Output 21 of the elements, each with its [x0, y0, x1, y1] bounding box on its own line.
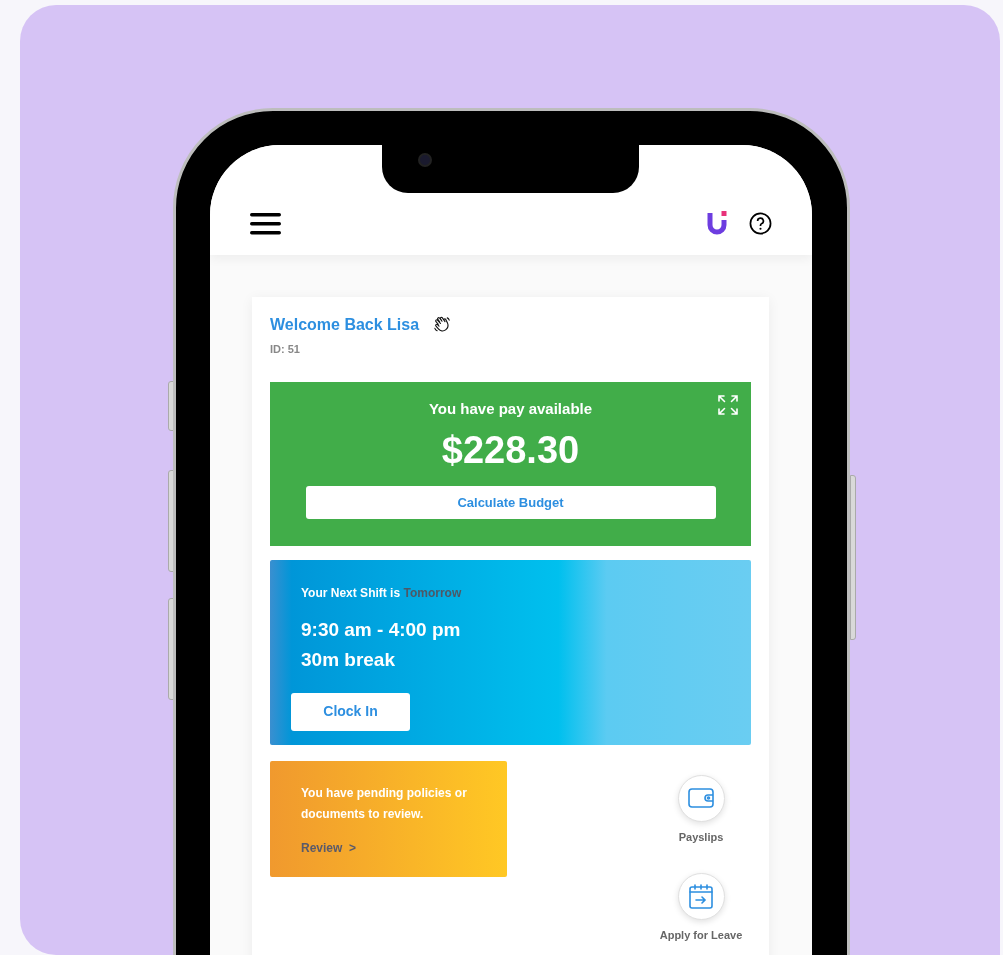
- menu-icon[interactable]: [250, 213, 281, 235]
- pending-documents-message: You have pending policies or documents to review.: [301, 784, 468, 823]
- app-logo-icon: [707, 211, 727, 235]
- waving-hand-icon: [433, 316, 452, 334]
- shift-time: 9:30 am - 4:00 pm: [301, 617, 462, 642]
- shortcut-button[interactable]: [677, 774, 725, 822]
- shift-break: 30m break: [301, 648, 396, 672]
- shortcut-label: Apply for Leave: [659, 928, 743, 943]
- next-shift-text: Your Next Shift is Tomorrow: [301, 584, 463, 602]
- help-icon[interactable]: [749, 212, 772, 235]
- calculate-budget-button[interactable]: Calculate Budget: [305, 486, 716, 519]
- welcome-title: Welcome Back Lisa: [270, 315, 420, 335]
- employee-id: ID: 51: [270, 342, 301, 357]
- pay-available-label: You have pay available: [428, 398, 593, 419]
- shortcut-button[interactable]: [677, 873, 725, 920]
- review-link[interactable]: Review >: [301, 838, 497, 857]
- wallet-icon: [688, 787, 714, 809]
- clock-in-button[interactable]: Clock In: [291, 692, 410, 731]
- pay-amount: $228.30: [441, 428, 580, 473]
- expand-icon[interactable]: [717, 393, 739, 416]
- shortcut-label: Payslips: [678, 829, 724, 845]
